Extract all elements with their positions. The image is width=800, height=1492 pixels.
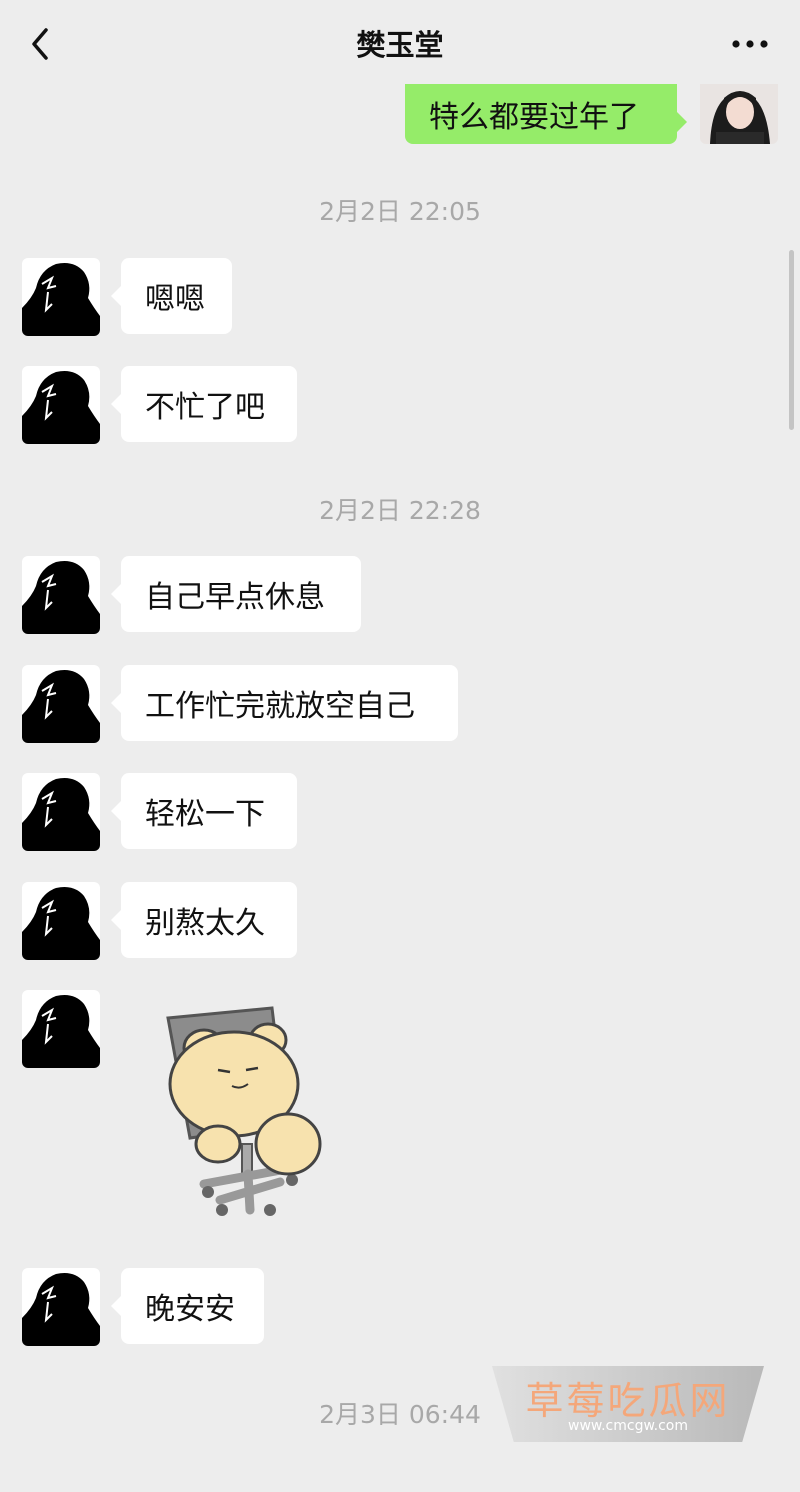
more-dots-icon[interactable] [730, 30, 770, 58]
timestamp: 2月2日 22:28 [319, 496, 481, 525]
bear-on-chair-sticker[interactable] [160, 1004, 340, 1224]
received-message[interactable]: 不忙了吧 [111, 366, 297, 442]
message-text: 自己早点休息 [145, 580, 325, 615]
watermark-name: 草莓吃瓜网 [525, 1379, 731, 1423]
contact-avatar[interactable] [22, 258, 100, 336]
my-avatar[interactable] [700, 84, 778, 144]
watermark-url: www.cmcgw.com [568, 1418, 688, 1434]
contact-avatar[interactable] [22, 990, 100, 1068]
received-message[interactable]: 工作忙完就放空自己 [111, 665, 458, 741]
contact-avatar[interactable] [22, 882, 100, 960]
contact-avatar[interactable] [22, 366, 100, 444]
message-text: 特么都要过年了 [429, 100, 639, 135]
message-text: 轻松一下 [145, 797, 265, 832]
message-text: 工作忙完就放空自己 [145, 689, 415, 724]
received-message[interactable]: 轻松一下 [111, 773, 297, 849]
received-message[interactable]: 自己早点休息 [111, 556, 361, 632]
scrollbar[interactable] [789, 250, 794, 430]
received-message[interactable]: 晚安安 [111, 1268, 264, 1344]
message-text: 不忙了吧 [145, 390, 265, 425]
message-text: 别熬太久 [145, 906, 265, 941]
contact-avatar[interactable] [22, 1268, 100, 1346]
message-text: 晚安安 [145, 1292, 235, 1327]
chat-title: 樊玉堂 [356, 28, 444, 62]
sent-message[interactable]: 特么都要过年了 [405, 84, 687, 144]
contact-avatar[interactable] [22, 556, 100, 634]
contact-avatar[interactable] [22, 665, 100, 743]
chat-header: 樊玉堂 [0, 0, 800, 88]
contact-avatar[interactable] [22, 773, 100, 851]
timestamp: 2月2日 22:05 [319, 197, 481, 226]
received-message[interactable]: 别熬太久 [111, 882, 297, 958]
received-message[interactable]: 嗯嗯 [111, 258, 232, 334]
watermark: 草莓吃瓜网 www.cmcgw.com [492, 1366, 764, 1442]
message-text: 嗯嗯 [145, 282, 205, 317]
